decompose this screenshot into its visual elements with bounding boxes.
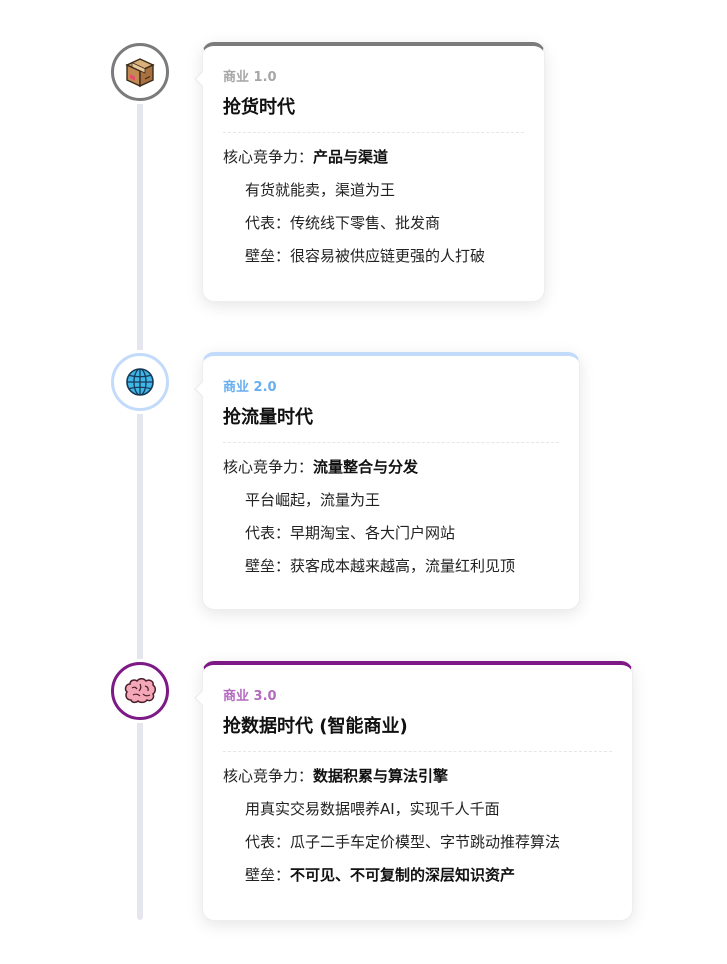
description: 有货就能卖，渠道为王 <box>245 181 396 199</box>
description: 用真实交易数据喂养AI，实现千人千面 <box>245 800 500 818</box>
timeline-line <box>137 72 143 920</box>
rep-prefix: 代表： <box>245 524 291 542</box>
barrier-value: 很容易被供应链更强的人打破 <box>290 247 486 265</box>
era-label: 商业 3.0 <box>223 689 277 704</box>
era-card-2: 商业 2.0 抢流量时代 核心竞争力：流量整合与分发 平台崛起，流量为王 代表：… <box>194 352 580 610</box>
barrier-prefix: 壁垒： <box>245 247 291 265</box>
package-box-icon <box>123 55 157 89</box>
era-card-1: 商业 1.0 抢货时代 核心竞争力：产品与渠道 有货就能卖，渠道为王 代表：传统… <box>194 42 545 302</box>
core-value: 产品与渠道 <box>313 148 389 166</box>
barrier: 壁垒：不可见、不可复制的深层知识资产 <box>223 865 612 885</box>
barrier: 壁垒：很容易被供应链更强的人打破 <box>223 246 524 266</box>
core-competency: 核心竞争力：产品与渠道 <box>223 147 524 167</box>
description: 平台崛起，流量为王 <box>245 491 381 509</box>
representative: 代表：早期淘宝、各大门户网站 <box>223 523 559 543</box>
era-label: 商业 2.0 <box>223 380 277 395</box>
globe-icon <box>124 366 156 398</box>
core-competency: 核心竞争力：流量整合与分发 <box>223 457 559 477</box>
core-prefix: 核心竞争力： <box>223 458 314 476</box>
era-card-3: 商业 3.0 抢数据时代 (智能商业) 核心竞争力：数据积累与算法引擎 用真实交… <box>194 661 633 921</box>
timeline-node-1 <box>111 43 169 101</box>
era-title: 抢货时代 <box>223 96 524 133</box>
barrier: 壁垒：获客成本越来越高，流量红利见顶 <box>223 556 559 576</box>
core-prefix: 核心竞争力： <box>223 767 314 785</box>
barrier-prefix: 壁垒： <box>245 557 291 575</box>
core-competency: 核心竞争力：数据积累与算法引擎 <box>223 766 612 786</box>
representative: 代表：传统线下零售、批发商 <box>223 213 524 233</box>
barrier-value: 获客成本越来越高，流量红利见顶 <box>290 557 516 575</box>
rep-prefix: 代表： <box>245 833 291 851</box>
barrier-value: 不可见、不可复制的深层知识资产 <box>290 866 516 884</box>
era-label: 商业 1.0 <box>223 70 277 85</box>
representative: 代表：瓜子二手车定价模型、字节跳动推荐算法 <box>223 832 612 852</box>
core-value: 数据积累与算法引擎 <box>313 767 449 785</box>
barrier-prefix: 壁垒： <box>245 866 291 884</box>
rep-prefix: 代表： <box>245 214 291 232</box>
brain-icon <box>123 676 157 706</box>
era-title: 抢流量时代 <box>223 406 559 443</box>
era-title: 抢数据时代 (智能商业) <box>223 715 612 752</box>
rep-value: 传统线下零售、批发商 <box>290 214 441 232</box>
core-prefix: 核心竞争力： <box>223 148 314 166</box>
core-value: 流量整合与分发 <box>313 458 419 476</box>
rep-value: 早期淘宝、各大门户网站 <box>290 524 456 542</box>
rep-value: 瓜子二手车定价模型、字节跳动推荐算法 <box>290 833 561 851</box>
timeline-node-3 <box>111 662 169 720</box>
timeline-node-2 <box>111 353 169 411</box>
